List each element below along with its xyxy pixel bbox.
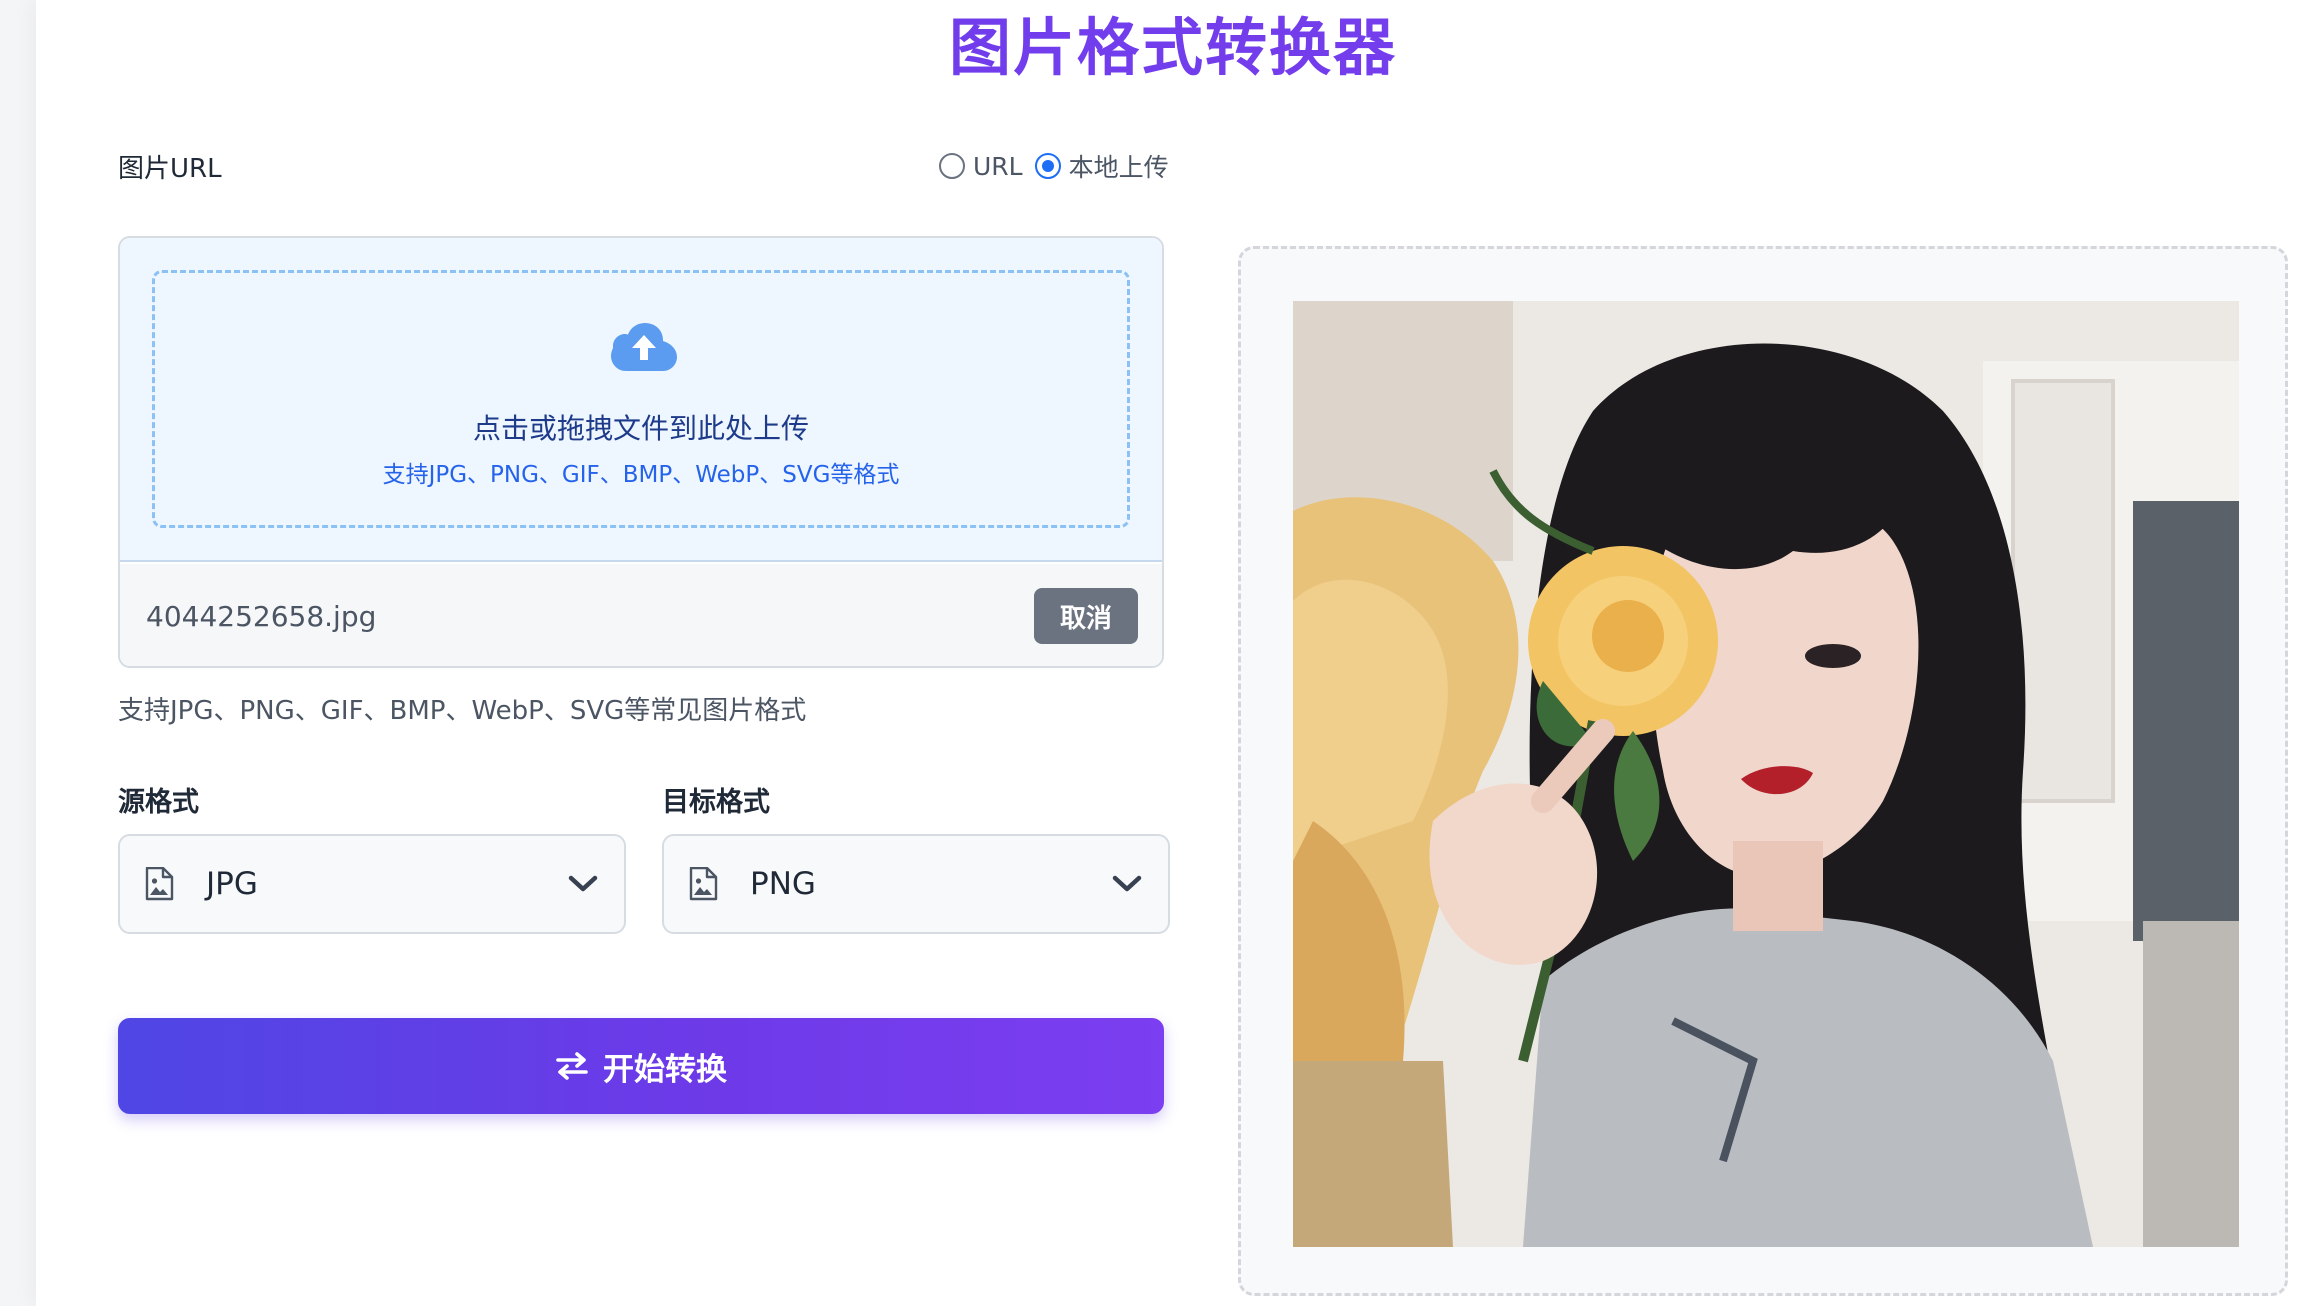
radio-local-upload[interactable]: 本地上传 (1034, 148, 1169, 184)
radio-local-upload-circle[interactable] (1034, 153, 1061, 179)
radio-url[interactable]: URL (939, 152, 1023, 181)
image-file-icon (689, 867, 718, 901)
source-mode-radio-group: URL 本地上传 (939, 148, 1181, 184)
page-title: 图片格式转换器 (36, 6, 2310, 90)
source-format-value: JPG (206, 866, 258, 902)
upload-panel: 点击或拖拽文件到此处上传 支持JPG、PNG、GIF、BMP、WebP、SVG等… (118, 236, 1164, 668)
page: 图片格式转换器 图片URL URL 本地上传 点击或拖拽文件到此处上传 支持JP… (36, 0, 2310, 1306)
image-url-label: 图片URL (118, 154, 222, 184)
start-convert-label: 开始转换 (603, 1051, 727, 1088)
cancel-button[interactable]: 取消 (1034, 588, 1138, 644)
target-format-label: 目标格式 (662, 787, 770, 818)
image-file-icon (145, 867, 174, 901)
preview-image (1293, 301, 2239, 1247)
chevron-down-icon (1112, 875, 1142, 892)
file-dropzone[interactable]: 点击或拖拽文件到此处上传 支持JPG、PNG、GIF、BMP、WebP、SVG等… (152, 270, 1130, 528)
image-preview-panel (1238, 246, 2288, 1296)
radio-local-upload-label: 本地上传 (1068, 153, 1169, 182)
selected-file-name: 4044252658.jpg (146, 600, 377, 633)
swap-arrows-icon (556, 1052, 588, 1080)
selected-file-row: 4044252658.jpg 取消 (120, 564, 1162, 666)
chevron-down-icon (568, 875, 598, 892)
cloud-upload-icon (611, 323, 677, 371)
radio-url-label: URL (973, 151, 1023, 181)
supported-formats-hint: 支持JPG、PNG、GIF、BMP、WebP、SVG等常见图片格式 (118, 696, 807, 726)
upload-area: 点击或拖拽文件到此处上传 支持JPG、PNG、GIF、BMP、WebP、SVG等… (120, 238, 1162, 562)
source-format-select[interactable]: JPG (118, 834, 626, 934)
portrait-photo (1293, 301, 2239, 1247)
start-convert-button[interactable]: 开始转换 (118, 1018, 1164, 1114)
target-format-select[interactable]: PNG (662, 834, 1170, 934)
source-format-label: 源格式 (118, 787, 199, 818)
target-format-value: PNG (750, 866, 816, 902)
dropzone-main-text: 点击或拖拽文件到此处上传 (472, 412, 809, 445)
dropzone-sub-text: 支持JPG、PNG、GIF、BMP、WebP、SVG等格式 (382, 462, 900, 488)
radio-url-circle[interactable] (939, 153, 965, 179)
